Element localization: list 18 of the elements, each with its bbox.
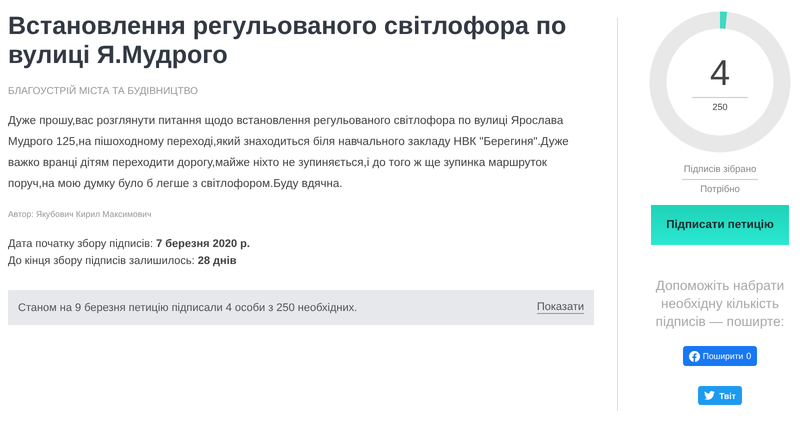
- share-count: 0: [746, 351, 752, 361]
- show-link[interactable]: Показати: [536, 301, 584, 314]
- sign-button[interactable]: Підписати петицію: [651, 205, 789, 245]
- signature-count: 4: [710, 52, 730, 92]
- bird-icon: [704, 391, 716, 400]
- petition-title: Встановлення регульованого світлофора по вулиці Я.Мудрого: [8, 12, 568, 70]
- category-label: БЛАГОУСТРІЙ МІСТА ТА БУДІВНИЦТВО: [8, 86, 199, 97]
- share-text: Допоможіть набрати необхідну кількість підписів — поширте:: [654, 277, 786, 331]
- date-text: До кінця збору підписів залишилось: 28 днів: [8, 254, 238, 269]
- target-count: 250: [712, 102, 728, 112]
- required-label: Потрібно: [700, 184, 740, 195]
- date-text: Дата початку збору підписів: 7 березня 2020 р.: [8, 237, 251, 252]
- author-text: Автор: Якубович Кирил Максимович: [8, 209, 152, 219]
- collected-label: Підписів зібрано: [684, 164, 756, 175]
- facebook-share-button[interactable]: Поширити 0: [682, 346, 758, 366]
- status-text: Станом на 9 березня петицію підписали 4 особи з 250 необхідних.: [18, 302, 358, 314]
- facebook-icon: [688, 350, 700, 362]
- petition-text: Дуже прошу,вас розглянути питання щодо встановлення регульованого світлофора по вулиці Ярослава Мудрого 125,на пішоходному переході,який знаходиться біля навчального закладу НВК "Берегиня".Дуже важко вранці дітям переходити дорогу,майже ніхто не зупиняється,і до того ж ще зупинка маршруток поруч,на мою думку було б легше з світлофором.Буду вдячна.: [8, 114, 570, 192]
